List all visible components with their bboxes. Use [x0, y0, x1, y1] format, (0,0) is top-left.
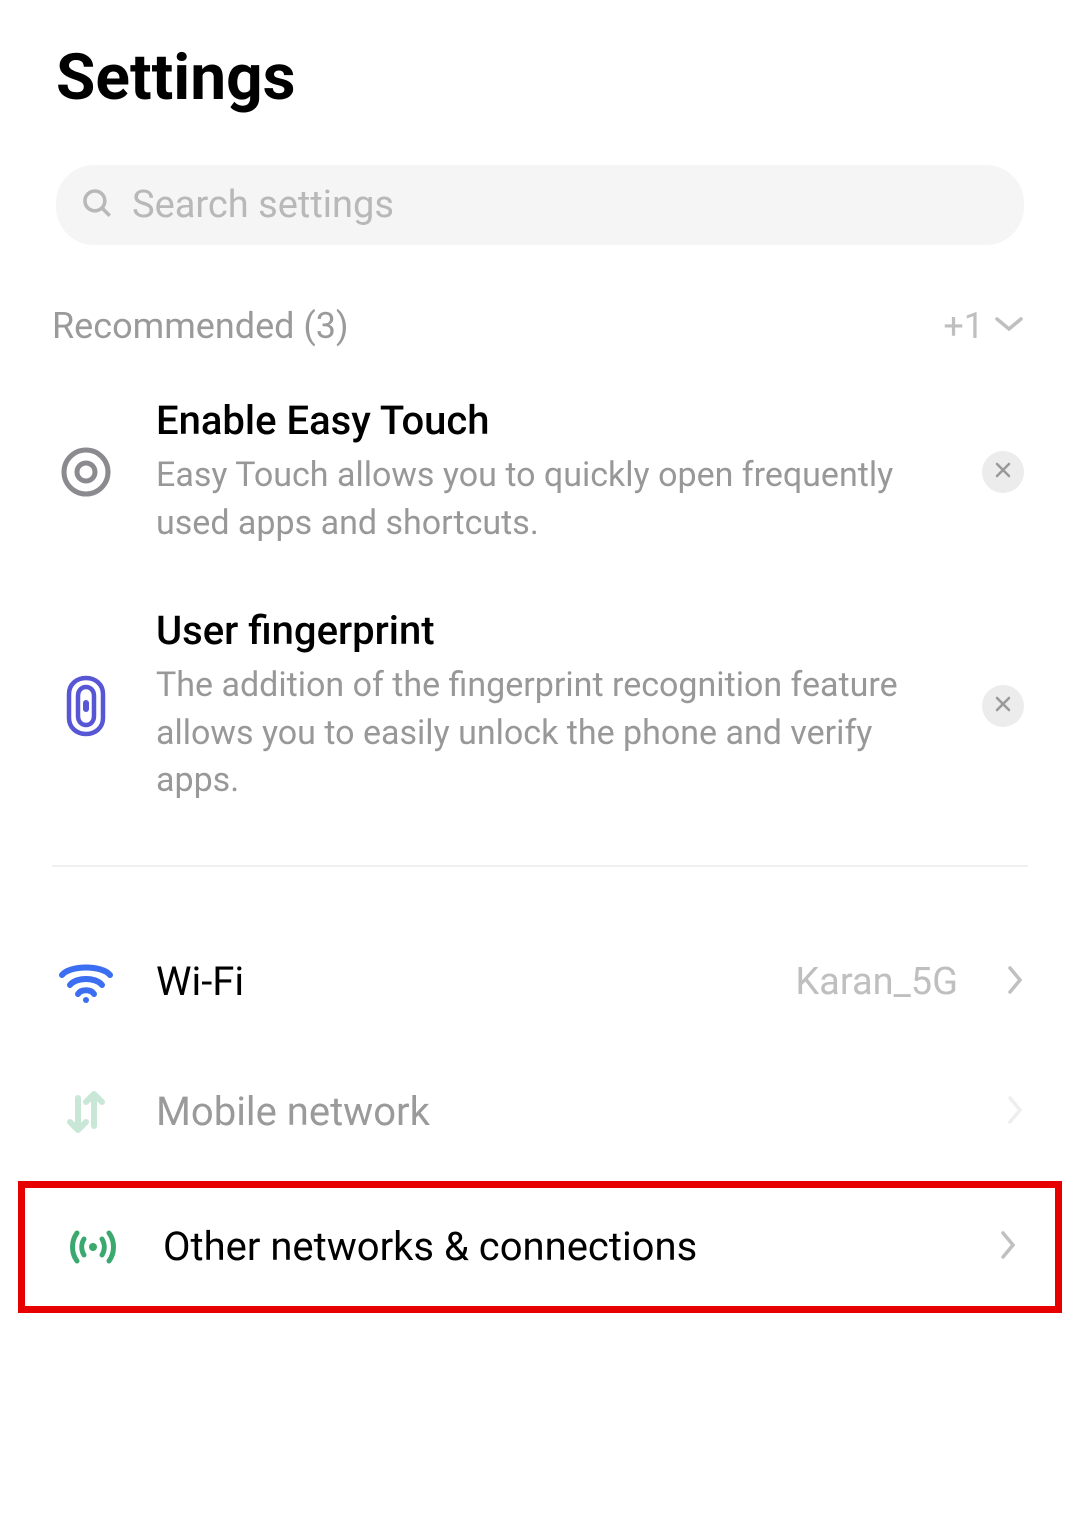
chevron-right-icon: [1006, 965, 1024, 999]
search-placeholder: Search settings: [132, 183, 394, 227]
chevron-down-icon: [994, 315, 1024, 337]
connections-icon: [63, 1221, 123, 1273]
setting-title: Wi-Fi: [156, 958, 755, 1005]
search-icon: [80, 186, 114, 224]
highlighted-setting: Other networks & connections: [18, 1181, 1062, 1313]
search-input[interactable]: Search settings: [56, 165, 1024, 245]
setting-item-wifi[interactable]: Wi-Fi Karan_5G: [0, 917, 1080, 1047]
setting-title: Mobile network: [156, 1088, 966, 1135]
mobile-data-icon: [56, 1086, 116, 1138]
recommended-label: Recommended (3): [52, 305, 348, 347]
chevron-right-icon: [999, 1230, 1017, 1264]
fingerprint-icon: [56, 674, 116, 738]
rec-item-title: User fingerprint: [156, 607, 942, 654]
chevron-right-icon: [1006, 1095, 1024, 1129]
recommended-header: Recommended (3) +1: [0, 265, 1080, 367]
recommended-item-fingerprint[interactable]: User fingerprint The addition of the fin…: [0, 577, 1080, 835]
close-icon: [993, 460, 1013, 484]
rec-item-desc: Easy Touch allows you to quickly open fr…: [156, 452, 942, 547]
recommended-more-count: +1: [943, 305, 984, 347]
divider: [52, 865, 1028, 867]
dismiss-button[interactable]: [982, 685, 1024, 727]
recommended-expand[interactable]: +1: [943, 305, 1024, 347]
recommended-item-easy-touch[interactable]: Enable Easy Touch Easy Touch allows you …: [0, 367, 1080, 577]
setting-value: Karan_5G: [795, 960, 958, 1004]
page-title: Settings: [0, 0, 1080, 145]
dismiss-button[interactable]: [982, 451, 1024, 493]
rec-item-desc: The addition of the fingerprint recognit…: [156, 662, 942, 805]
easy-touch-icon: [56, 444, 116, 500]
close-icon: [993, 694, 1013, 718]
setting-item-other-networks[interactable]: Other networks & connections: [25, 1188, 1055, 1306]
setting-title: Other networks & connections: [163, 1223, 959, 1270]
rec-item-title: Enable Easy Touch: [156, 397, 942, 444]
setting-item-mobile-network[interactable]: Mobile network: [0, 1047, 1080, 1177]
wifi-icon: [56, 961, 116, 1003]
